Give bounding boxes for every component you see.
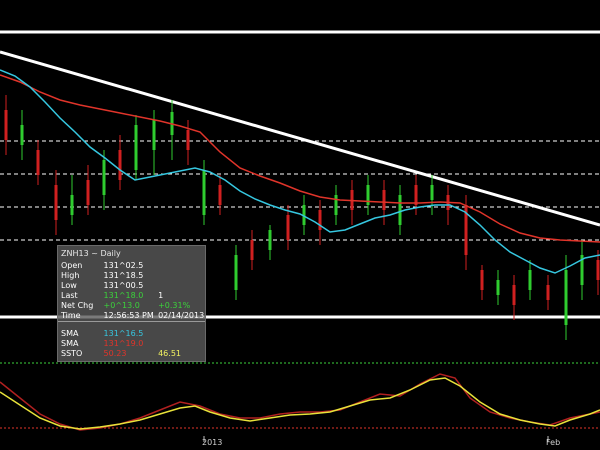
info-value: 131^02.5 — [103, 261, 144, 270]
candle-body — [430, 185, 434, 200]
info-row-open: Open 131^02.5 — [61, 261, 143, 271]
candle-body — [286, 215, 290, 240]
info-row-low: Low 131^00.5 — [61, 281, 143, 291]
candle-body — [202, 170, 206, 215]
info-label: SSTO — [61, 349, 83, 358]
candle-body — [36, 150, 40, 175]
x-tick-label-feb: Feb — [546, 438, 561, 447]
info-label: Last — [61, 291, 78, 300]
info-extra: 46.51 — [158, 349, 181, 358]
info-label: Time — [61, 311, 81, 320]
candle-body — [250, 240, 254, 260]
info-title: ZNH13 ~ Daily — [61, 249, 121, 258]
price-chart — [0, 0, 600, 450]
info-row-sma-slow: SMA 131^19.0 — [61, 339, 143, 349]
info-label: SMA — [61, 329, 79, 338]
candle-body — [186, 130, 190, 150]
info-value: 131^00.5 — [103, 281, 144, 290]
info-extra: 02/14/2013 — [158, 311, 205, 320]
candle-body — [414, 185, 418, 205]
info-separator — [58, 321, 205, 322]
candle-body — [118, 150, 122, 180]
info-row-ssto: SSTO 50.23 46.51 — [61, 349, 181, 359]
info-label: Open — [61, 261, 83, 270]
info-value: 50.23 — [103, 349, 127, 358]
info-value: 131^19.0 — [103, 339, 144, 348]
info-label: High — [61, 271, 80, 280]
candle-body — [564, 270, 568, 325]
candle-body — [134, 125, 138, 170]
info-label: Net Chg — [61, 301, 94, 310]
candle-body — [102, 160, 106, 195]
info-value: 12:56:53 PM — [103, 311, 154, 320]
info-label: Low — [61, 281, 77, 290]
candle-body — [334, 195, 338, 215]
candle-body — [4, 110, 8, 140]
candle-body — [318, 210, 322, 230]
candle-body — [546, 285, 550, 300]
candle-body — [152, 120, 156, 150]
quote-info-panel: ZNH13 ~ Daily Open 131^02.5 High 131^18.… — [57, 245, 206, 362]
info-label: SMA — [61, 339, 79, 348]
candle-body — [234, 255, 238, 290]
candle-body — [528, 270, 532, 290]
candle-body — [596, 260, 600, 280]
info-extra: +0.31% — [158, 301, 191, 310]
info-row-netchg: Net Chg +0^13.0 +0.31% — [61, 301, 190, 311]
candle-body — [496, 280, 500, 295]
info-value: +0^13.0 — [103, 301, 140, 310]
candle-body — [70, 195, 74, 215]
info-row-high: High 131^18.5 — [61, 271, 143, 281]
candle-body — [54, 185, 58, 220]
candle-body — [512, 285, 516, 305]
x-tick-label-2013: 2013 — [202, 438, 223, 447]
info-value: 131^18.5 — [103, 271, 144, 280]
info-extra: 1 — [158, 291, 164, 300]
candle-body — [480, 270, 484, 290]
candle-body — [382, 190, 386, 210]
candle-body — [20, 125, 24, 145]
info-value: 131^18.0 — [103, 291, 144, 300]
info-row-sma-fast: SMA 131^16.5 — [61, 329, 143, 339]
chart-background — [0, 0, 600, 450]
info-row-last: Last 131^18.0 1 — [61, 291, 163, 301]
info-row-time: Time 12:56:53 PM 02/14/2013 — [61, 311, 204, 321]
info-value: 131^16.5 — [103, 329, 144, 338]
candle-body — [398, 195, 402, 225]
candle-body — [268, 230, 272, 250]
candle-body — [218, 185, 222, 205]
candle-body — [86, 180, 90, 205]
